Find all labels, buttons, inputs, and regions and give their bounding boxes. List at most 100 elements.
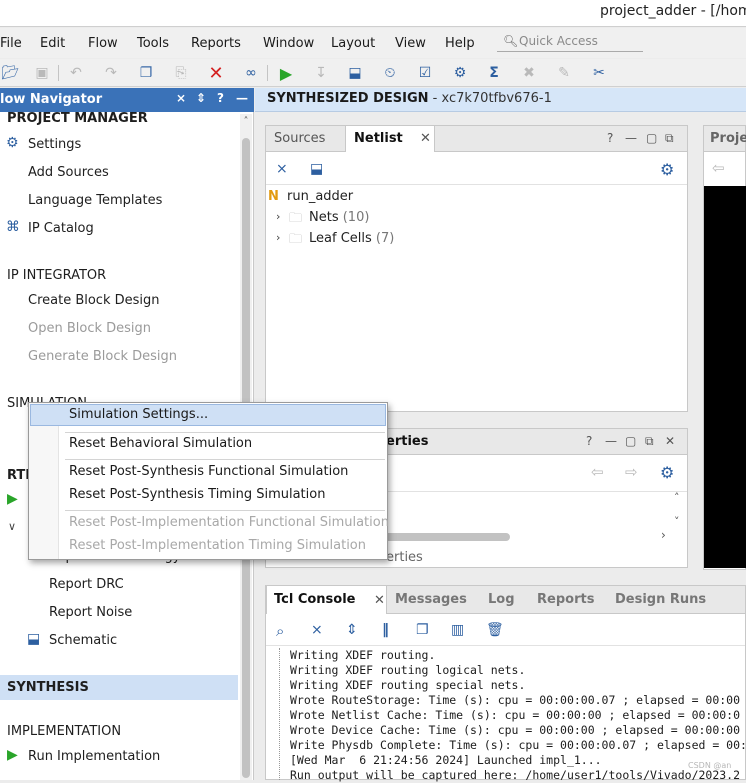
run-icon[interactable]: ▶ <box>7 491 18 507</box>
menu-tools[interactable]: Tools <box>137 36 169 51</box>
chevron-right-icon[interactable]: › <box>276 231 280 244</box>
chevron-right-icon[interactable]: › <box>276 210 280 223</box>
nav-add-sources[interactable]: Add Sources <box>28 165 109 180</box>
tab-messages[interactable]: Messages <box>395 586 467 612</box>
scroll-up-icon[interactable]: ˄ <box>240 116 252 127</box>
section-ip-integrator[interactable]: IP INTEGRATOR <box>7 268 106 283</box>
menu-item-reset-post-synthesis-timing[interactable]: Reset Post-Synthesis Timing Simulation <box>69 487 325 502</box>
back-icon[interactable]: ⇦ <box>591 463 604 481</box>
nav-create-block-design[interactable]: Create Block Design <box>28 293 160 308</box>
schematic-icon[interactable]: ⬓ <box>345 63 365 83</box>
pause-icon[interactable]: ‖ <box>382 622 389 638</box>
menu-reports[interactable]: Reports <box>191 36 241 51</box>
section-implementation[interactable]: IMPLEMENTATION <box>7 724 121 739</box>
copy-icon[interactable]: ❐ <box>416 622 429 638</box>
menu-layout[interactable]: Layout <box>331 36 375 51</box>
run-icon[interactable]: ▶ <box>7 747 18 763</box>
menu-help[interactable]: Help <box>445 36 475 51</box>
menu-item-reset-post-synthesis-functional[interactable]: Reset Post-Synthesis Functional Simulati… <box>69 464 348 479</box>
collapse-all-icon[interactable]: ⨯ <box>176 91 186 105</box>
menu-item-simulation-settings[interactable]: Simulation Settings... <box>30 404 386 426</box>
nav-report-drc[interactable]: Report DRC <box>49 577 124 592</box>
help-icon[interactable]: ? <box>586 434 592 448</box>
tools-icon[interactable]: ✂ <box>589 63 609 83</box>
trash-icon[interactable]: 🗑︎ <box>486 622 504 638</box>
minimize-icon[interactable]: — <box>236 91 248 105</box>
undo-icon[interactable]: ↶ <box>66 63 86 83</box>
tool-disabled-icon[interactable]: ✖ <box>519 63 539 83</box>
float-icon[interactable]: ⧉ <box>665 131 674 146</box>
delete-icon[interactable]: ✕ <box>206 63 226 84</box>
open-folder-icon[interactable]: 📂︎ <box>0 63 20 83</box>
nav-open-block-design[interactable]: Open Block Design <box>28 321 151 336</box>
collapse-all-icon[interactable]: ⨯ <box>276 161 288 177</box>
nav-language-templates[interactable]: Language Templates <box>28 193 162 208</box>
nav-settings[interactable]: Settings <box>28 137 81 152</box>
find-icon[interactable]: ∞ <box>241 63 261 83</box>
menu-item-reset-post-implementation-timing[interactable]: Reset Post-Implementation Timing Simulat… <box>69 538 366 553</box>
expand-icon[interactable]: ⇕ <box>196 91 206 105</box>
minimize-icon[interactable]: — <box>605 434 617 448</box>
menu-flow[interactable]: Flow <box>88 36 118 51</box>
close-icon[interactable]: ✕ <box>420 131 431 146</box>
menu-view[interactable]: View <box>395 36 426 51</box>
nav-schematic[interactable]: Schematic <box>49 633 117 648</box>
menu-item-reset-post-implementation-functional[interactable]: Reset Post-Implementation Functional Sim… <box>69 515 389 530</box>
close-icon[interactable]: ✕ <box>665 434 675 448</box>
tab-tcl-console[interactable]: Tcl Console ✕ <box>266 586 387 614</box>
tree-item-leaf-cells[interactable]: Leaf Cells (7) <box>309 231 394 246</box>
redo-icon[interactable]: ↷ <box>101 63 121 83</box>
scroll-up-icon[interactable]: ˄ <box>674 491 680 504</box>
tab-netlist[interactable]: Netlist ✕ <box>345 126 435 152</box>
collapse-all-icon[interactable]: ⨯ <box>311 622 323 638</box>
step-icon[interactable]: ↧ <box>311 63 331 83</box>
nav-ip-catalog[interactable]: IP Catalog <box>28 221 94 236</box>
tab-sources[interactable]: Sources <box>274 126 325 152</box>
expand-icon[interactable]: ⇕ <box>346 622 358 638</box>
forward-icon[interactable]: ⇨ <box>625 463 638 481</box>
menu-window[interactable]: Window <box>263 36 314 51</box>
paste-icon[interactable]: ⎘ <box>171 63 191 83</box>
sigma-icon[interactable]: Σ <box>484 63 504 83</box>
gear-icon[interactable]: ⚙ <box>450 63 470 83</box>
report-icon[interactable]: ☑ <box>415 63 435 83</box>
nav-report-noise[interactable]: Report Noise <box>49 605 132 620</box>
horizontal-scrollbar-thumb[interactable] <box>376 533 510 541</box>
menu-file[interactable]: File <box>0 36 22 51</box>
schematic-icon[interactable]: ⬓ <box>310 161 323 177</box>
maximize-icon[interactable]: ▢ <box>646 131 657 145</box>
gear-icon[interactable]: ⚙ <box>660 463 674 482</box>
back-icon[interactable]: ⇦ <box>712 159 725 177</box>
save-icon[interactable]: ▣ <box>32 63 52 83</box>
columns-icon[interactable]: ▥ <box>451 622 464 638</box>
nav-run-implementation[interactable]: Run Implementation <box>28 749 160 764</box>
pen-disabled-icon[interactable]: ✎ <box>554 63 574 83</box>
help-icon[interactable]: ? <box>607 131 613 145</box>
nav-generate-block-design[interactable]: Generate Block Design <box>28 349 177 364</box>
chevron-down-icon[interactable]: ∨ <box>8 520 16 533</box>
tab-design-runs[interactable]: Design Runs <box>615 586 706 612</box>
close-icon[interactable]: ✕ <box>374 593 385 608</box>
section-synthesis[interactable]: SYNTHESIS <box>7 680 89 695</box>
minimize-icon[interactable]: — <box>625 131 637 145</box>
help-icon[interactable]: ? <box>217 91 224 105</box>
float-icon[interactable]: ⧉ <box>645 434 654 449</box>
tab-reports[interactable]: Reports <box>537 586 594 612</box>
tab-project-summary[interactable]: Proje <box>710 126 746 152</box>
tab-log[interactable]: Log <box>488 586 515 612</box>
copy-icon[interactable]: ❐ <box>136 63 156 83</box>
netlist-root[interactable]: run_adder <box>287 189 353 204</box>
menu-item-reset-behavioral-simulation[interactable]: Reset Behavioral Simulation <box>69 436 252 451</box>
gear-icon[interactable]: ⚙ <box>660 160 674 179</box>
scroll-down-icon[interactable]: ˅ <box>674 515 680 528</box>
quick-access-input[interactable]: 🔍︎ Quick Access <box>497 32 643 52</box>
run-icon[interactable]: ▶ <box>276 63 296 83</box>
console-output[interactable]: Writing XDEF routing. Writing XDEF routin… <box>290 648 746 783</box>
timer-icon[interactable]: ⏲ <box>380 63 400 83</box>
tree-item-nets[interactable]: Nets (10) <box>309 210 369 225</box>
maximize-icon[interactable]: ▢ <box>625 434 636 448</box>
properties-footer-tab[interactable]: erties <box>386 550 423 565</box>
device-view[interactable] <box>704 186 746 568</box>
section-project-manager[interactable]: PROJECT MANAGER <box>7 111 148 126</box>
search-icon[interactable]: ⌕ <box>276 622 284 640</box>
